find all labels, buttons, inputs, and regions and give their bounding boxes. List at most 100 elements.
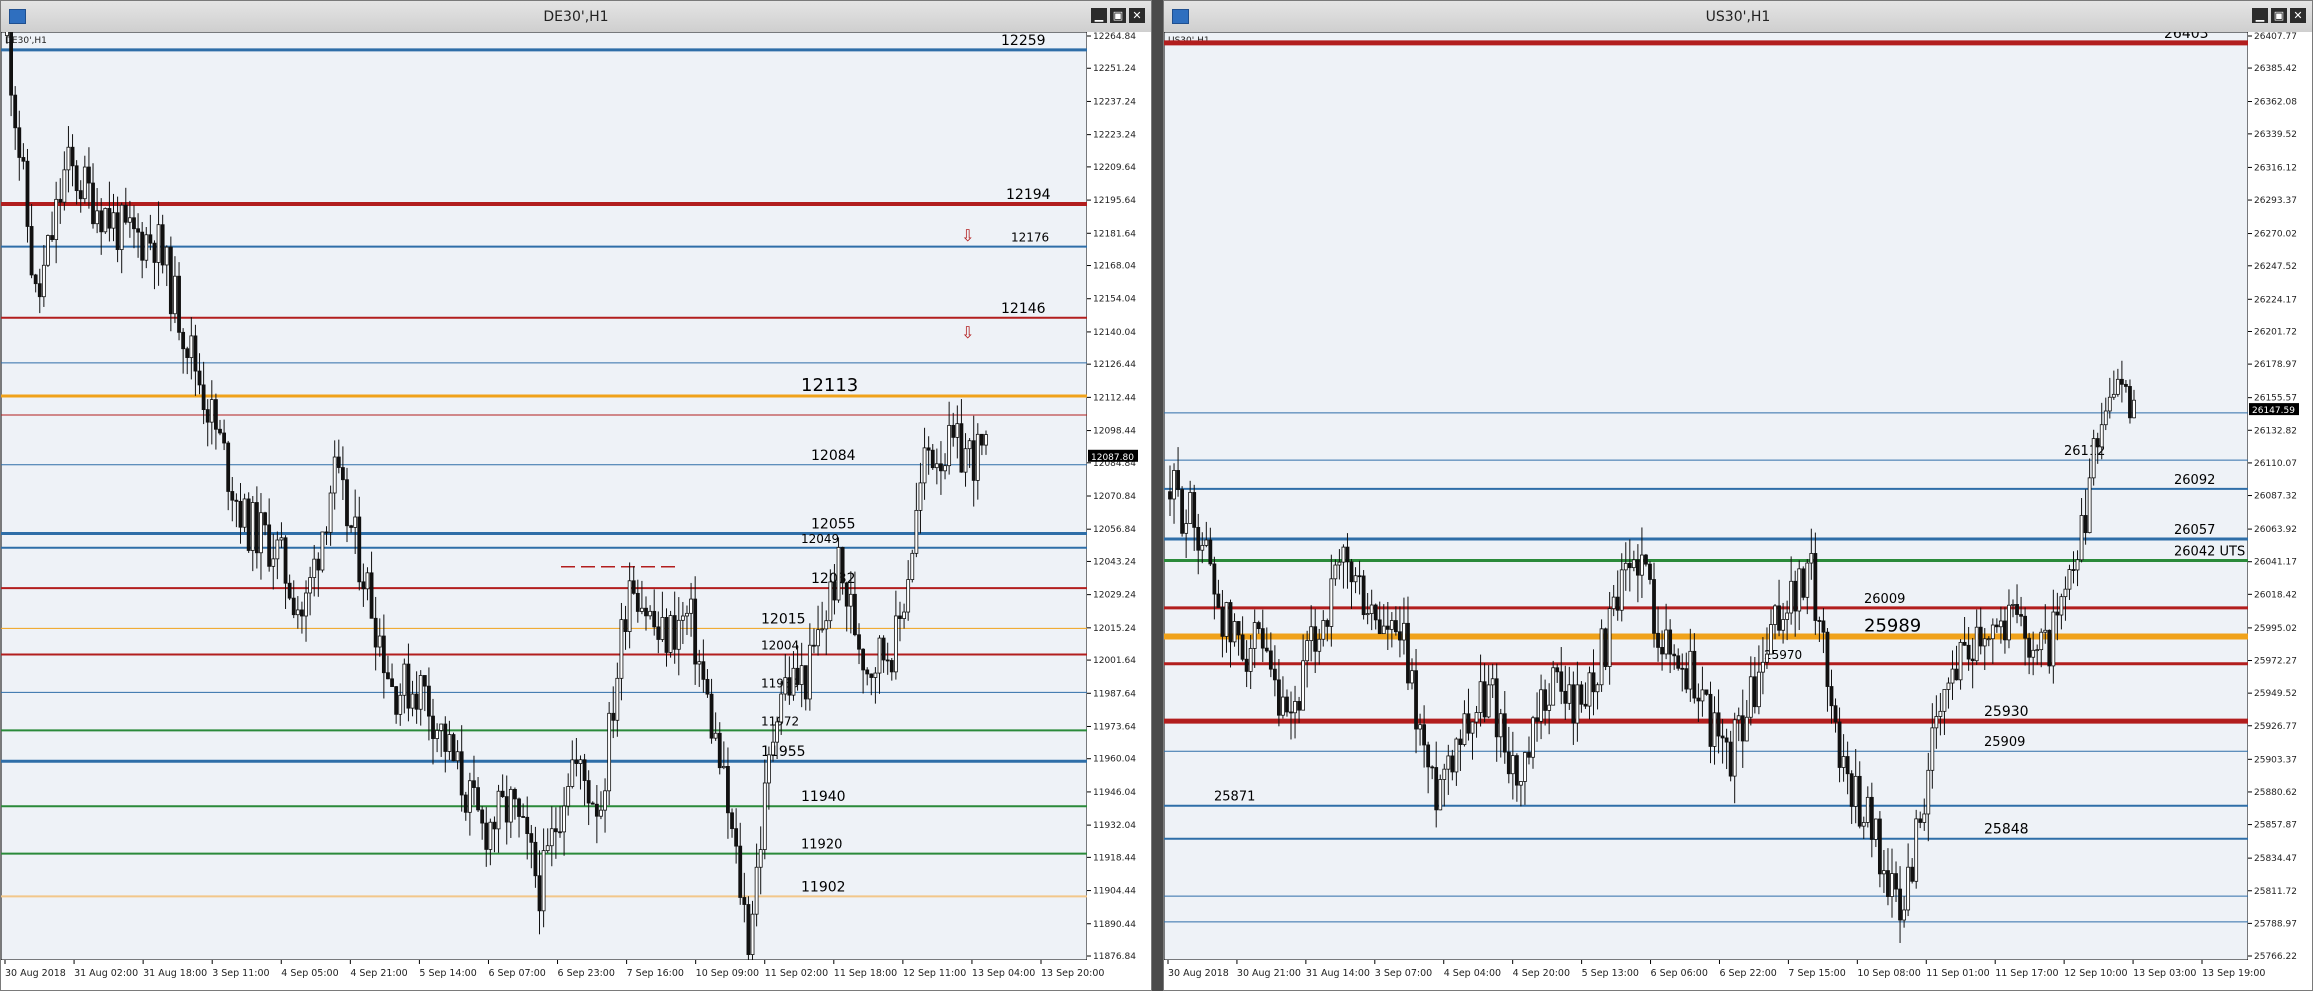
candle-body [1272, 668, 1277, 681]
maximize-button[interactable]: ▣ [1110, 8, 1126, 23]
chart-window-us30[interactable]: US30',H1 ▁ ▣ ✕ US30',H126403261122609226… [1163, 0, 2313, 991]
candle-body [46, 235, 50, 266]
candle-body [1882, 870, 1886, 875]
price-tick-label: 26385.42 [2254, 64, 2297, 74]
candle-body [1523, 752, 1527, 782]
candle-body [656, 626, 661, 640]
candle-body [1898, 888, 1902, 921]
candle-body [513, 788, 517, 800]
candle-body [5, 32, 9, 37]
candle-body [820, 628, 825, 631]
candle-body [205, 409, 210, 423]
candle-body [930, 449, 935, 469]
candle-body [1732, 719, 1737, 777]
candle-body [431, 715, 435, 739]
candle-body [148, 234, 153, 244]
candle-body [1704, 689, 1709, 695]
candle-body [2083, 515, 2088, 534]
candle-body [1398, 631, 1402, 641]
titlebar-us30[interactable]: US30',H1 ▁ ▣ ✕ [1164, 1, 2312, 33]
candle-body [963, 448, 968, 473]
candle-body [1740, 715, 1745, 742]
candle-body [799, 665, 804, 685]
window-splitter[interactable] [1152, 0, 1163, 991]
candle-body [537, 875, 542, 912]
candle-body [1240, 634, 1245, 660]
titlebar-de30[interactable]: DE30',H1 ▁ ▣ ✕ [1, 1, 1151, 33]
maximize-button[interactable]: ▣ [2271, 8, 2287, 23]
candle-body [566, 786, 571, 807]
candle-body [254, 502, 259, 554]
candle-body [1966, 644, 1971, 660]
candle-body [1571, 684, 1576, 724]
candle-body [1470, 721, 1475, 734]
candle-body [664, 617, 669, 653]
candle-body [1510, 755, 1515, 775]
candle-body [1446, 755, 1451, 770]
candle-body [132, 217, 136, 230]
candle-body [1168, 491, 1172, 500]
candle-body [74, 165, 79, 192]
price-tick-label: 12168.04 [1093, 262, 1136, 272]
candle-body [58, 198, 63, 203]
price-tick-label: 26087.32 [2254, 492, 2297, 502]
candle-body [1365, 613, 1370, 616]
candle-body [1430, 766, 1435, 769]
candle-body [414, 693, 419, 710]
price-tick-label: 26063.92 [2254, 525, 2297, 535]
level-label: 12194 [1006, 187, 1051, 203]
candle-body [500, 790, 505, 798]
candle-body [1994, 624, 1999, 628]
candle-body [1256, 622, 1261, 630]
candle-body [1853, 775, 1858, 807]
candle-body [1373, 604, 1378, 621]
candle-body [1361, 575, 1366, 616]
candle-body [2019, 614, 2023, 617]
candle-body [840, 547, 845, 584]
close-button[interactable]: ✕ [2290, 8, 2306, 23]
candle-body [1567, 684, 1572, 704]
time-tick-label: 11 Sep 01:00 [1926, 968, 1989, 979]
candle-body [1172, 470, 1176, 500]
price-tick-label: 12237.24 [1093, 97, 1136, 107]
chart-window-de30[interactable]: DE30',H1 ▁ ▣ ✕ DE30',H1 12259 12194 12176 12… [0, 0, 1152, 991]
candle-body [2031, 649, 2036, 658]
candle-body [1809, 553, 1814, 564]
candle-body [1688, 650, 1693, 690]
candle-body [902, 611, 906, 619]
candle-body [455, 751, 460, 762]
time-tick-label: 3 Sep 07:00 [1375, 968, 1432, 979]
candle-body [1773, 605, 1777, 625]
candle-body [1587, 672, 1592, 707]
candle-body [1942, 689, 1947, 712]
price-tick-label: 25857.87 [2254, 821, 2297, 831]
candle-body [1894, 873, 1898, 890]
candle-body [668, 615, 673, 653]
candle-body [91, 182, 95, 225]
candle-body [291, 597, 296, 616]
candle-body [1506, 751, 1511, 775]
candle-body [1627, 562, 1632, 569]
candle-body [607, 712, 612, 792]
candle-body [1664, 629, 1669, 655]
candle-body [95, 210, 100, 225]
candle-body [1724, 737, 1729, 743]
price-chart-us30[interactable]: US30',H12640326112260922605726042 UTS260… [1164, 32, 2312, 990]
candle-body [29, 226, 34, 276]
minimize-button[interactable]: ▁ [1091, 8, 1107, 23]
candle-body [1793, 580, 1798, 612]
candle-body [140, 231, 145, 261]
level-label: 12146 [1001, 301, 1046, 317]
time-tick-label: 10 Sep 09:00 [696, 968, 759, 979]
time-tick-label: 12 Sep 10:00 [2064, 968, 2127, 979]
candle-body [1696, 697, 1701, 702]
close-button[interactable]: ✕ [1129, 8, 1145, 23]
candle-body [1192, 492, 1197, 528]
price-tick-label: 11946.04 [1093, 788, 1136, 798]
level-label: 26092 [2174, 473, 2215, 488]
time-tick-label: 31 Aug 14:00 [1306, 968, 1370, 979]
price-chart-de30[interactable]: DE30',H1 12259121941217612146121131208412… [1, 32, 1151, 990]
minimize-button[interactable]: ▁ [2252, 8, 2268, 23]
price-tick-label: 12112.44 [1093, 393, 1136, 403]
price-tick-label: 26247.52 [2254, 262, 2297, 272]
